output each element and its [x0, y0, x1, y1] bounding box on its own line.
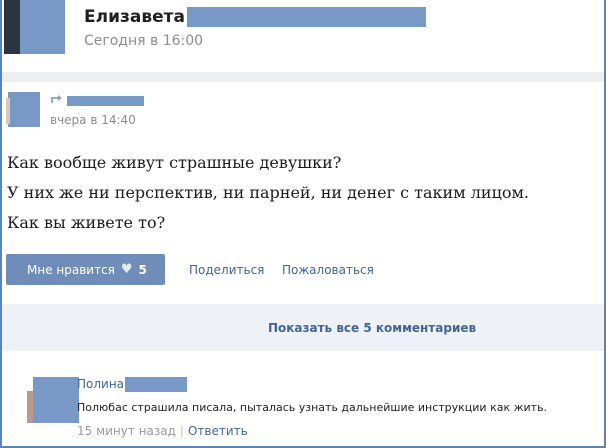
comment-meta: 15 минут назад | Ответить	[77, 424, 248, 438]
redacted-commenter-surname	[125, 377, 187, 392]
like-button[interactable]: Мне нравится ♥ 5	[6, 254, 165, 285]
redacted-source-name	[67, 96, 144, 106]
heart-icon: ♥	[120, 262, 133, 277]
like-count: 5	[138, 262, 147, 277]
redacted-surname	[187, 7, 426, 27]
commenter-avatar[interactable]	[27, 377, 79, 423]
show-comments-bar[interactable]: Показать все 5 комментариев	[2, 304, 604, 351]
reply-link[interactable]: Ответить	[188, 424, 248, 438]
avatar-edge	[4, 0, 20, 54]
post-line: Как вы живете то?	[7, 213, 166, 232]
post-line: Как вообще живут страшные девушки?	[7, 153, 342, 172]
repost-source-avatar[interactable]	[6, 92, 40, 127]
repost-arrow-icon	[51, 95, 62, 103]
meta-separator: |	[179, 424, 184, 438]
post-time[interactable]: Сегодня в 16:00	[84, 33, 203, 49]
post-line: У них же ни перспектив, ни парней, ни де…	[7, 183, 530, 202]
comment-text: Полюбас страшила писала, пыталась узнать…	[77, 401, 548, 414]
repost-time[interactable]: вчера в 14:40	[50, 113, 136, 127]
author-name[interactable]: Елизавета	[84, 7, 185, 27]
commenter-name[interactable]: Полина	[77, 377, 124, 391]
post-body: Как вообще живут страшные девушки? У них…	[7, 148, 529, 238]
section-divider	[2, 72, 604, 82]
author-avatar[interactable]	[4, 0, 65, 54]
comment-time[interactable]: 15 минут назад	[77, 424, 176, 438]
show-comments-link[interactable]: Показать все 5 комментариев	[268, 321, 476, 335]
share-link[interactable]: Поделиться	[189, 263, 264, 277]
report-link[interactable]: Пожаловаться	[282, 263, 374, 277]
like-label: Мне нравится	[27, 262, 115, 277]
